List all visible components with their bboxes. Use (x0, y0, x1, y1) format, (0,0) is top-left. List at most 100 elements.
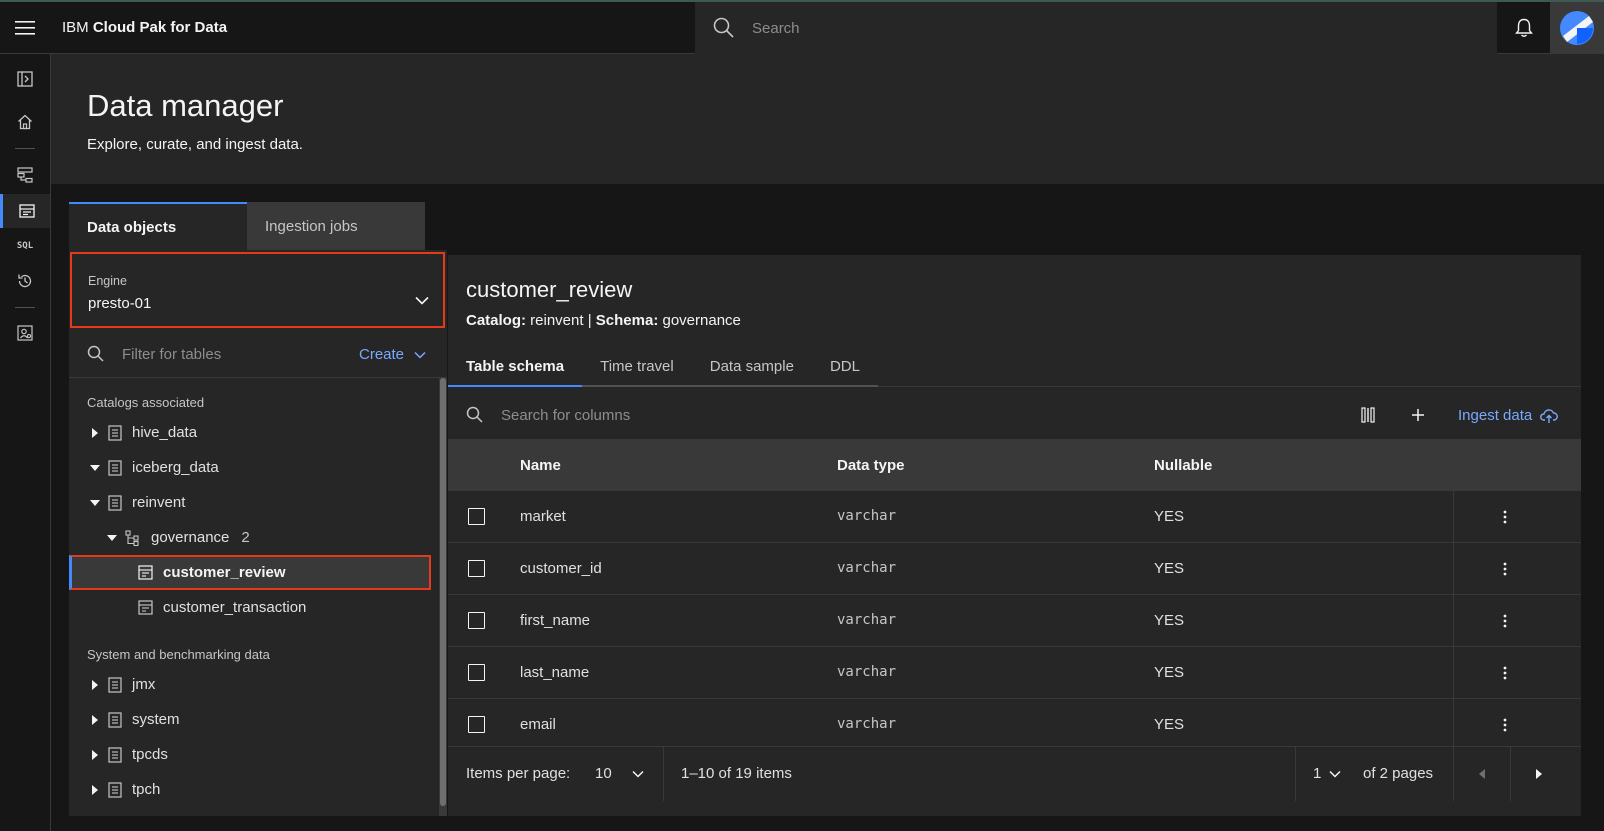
tab-ddl[interactable]: DDL (811, 347, 878, 387)
page-title: Data manager (87, 88, 284, 123)
cell-name: market (520, 508, 566, 525)
engine-dropdown[interactable]: Engine presto-01 (70, 252, 445, 328)
tree-item-label: tpcds (132, 746, 168, 763)
engine-value[interactable]: presto-01 (88, 295, 151, 312)
global-search-placeholder[interactable]: Search (752, 20, 800, 37)
column-header-data-type[interactable]: Data type (837, 457, 905, 474)
tree-item-tpch[interactable]: tpch (69, 772, 433, 807)
catalog-icon (108, 676, 122, 693)
page-header: Data manager Explore, curate, and ingest… (51, 54, 1604, 184)
collapse-nav-icon[interactable] (0, 62, 50, 96)
tree-section-system: System and benchmarking data (87, 647, 270, 662)
tree-item-iceberg-data[interactable]: iceberg_data (69, 450, 433, 485)
row-divider (1453, 699, 1454, 746)
caret-right-icon[interactable] (90, 784, 100, 795)
tree-item-tpcds[interactable]: tpcds (69, 737, 433, 772)
access-control-icon[interactable] (0, 316, 50, 350)
tree-item-reinvent[interactable]: reinvent (69, 485, 433, 520)
catalog-icon (108, 459, 122, 476)
cell-nullable: YES (1154, 612, 1185, 629)
sql-icon[interactable]: SQL (0, 229, 50, 263)
pagination: Items per page: 10 1–10 of 19 items 1 of… (448, 746, 1581, 801)
caret-down-icon[interactable] (90, 499, 100, 506)
column-header-name[interactable]: Name (520, 457, 561, 474)
overflow-menu-icon[interactable] (1493, 711, 1517, 739)
catalog-icon (108, 711, 122, 728)
table-detail-panel: customer_review Catalog: reinvent | Sche… (448, 255, 1581, 816)
tab-time-travel[interactable]: Time travel (582, 347, 692, 387)
items-per-page-select[interactable]: 10 (595, 765, 644, 782)
page-select[interactable]: 1 (1313, 765, 1341, 782)
product-name[interactable]: IBM Cloud Pak for Data (62, 19, 227, 36)
row-checkbox[interactable] (468, 716, 485, 733)
caret-left-icon (1479, 769, 1485, 779)
previous-page-button[interactable] (1454, 747, 1510, 801)
sql-icon-label: SQL (16, 241, 34, 251)
tree-scrollbar[interactable] (439, 378, 447, 816)
tree-item-label: system (132, 711, 180, 728)
add-column-icon[interactable] (1398, 391, 1438, 439)
tree-item-governance[interactable]: governance 2 (69, 520, 433, 555)
global-search[interactable]: Search (695, 2, 1497, 54)
ingest-data-label: Ingest data (1458, 407, 1533, 424)
catalog-icon (108, 746, 122, 763)
overflow-menu-icon[interactable] (1493, 555, 1517, 583)
tree-item-hive-data[interactable]: hive_data (69, 415, 433, 450)
tree-item-label: tpch (132, 781, 161, 798)
tab-table-schema[interactable]: Table schema (448, 347, 583, 387)
catalog-tree: Catalogs associated hive_data iceberg_da… (69, 378, 439, 816)
tree-item-jmx[interactable]: jmx (69, 667, 433, 702)
search-icon (713, 17, 734, 43)
chevron-down-icon[interactable] (415, 292, 429, 310)
tree-item-label: jmx (132, 676, 156, 693)
tree-item-label: customer_transaction (163, 599, 307, 616)
cell-nullable: YES (1154, 560, 1185, 577)
caret-right-icon[interactable] (90, 714, 100, 725)
caret-down-icon[interactable] (107, 534, 117, 541)
row-checkbox[interactable] (468, 560, 485, 577)
notification-bell-icon[interactable] (1497, 2, 1550, 54)
home-icon[interactable] (0, 105, 50, 139)
caret-right-icon[interactable] (90, 679, 100, 690)
schema-icon (125, 529, 141, 546)
caret-right-icon[interactable] (90, 427, 100, 438)
row-checkbox[interactable] (468, 508, 485, 525)
row-checkbox[interactable] (468, 664, 485, 681)
cell-data-type: varchar (837, 664, 897, 680)
infrastructure-icon[interactable] (0, 158, 50, 192)
cell-data-type: varchar (837, 612, 897, 628)
table-toolbar: Search for columns Ingest data (448, 391, 1581, 439)
catalog-icon (108, 494, 122, 511)
detail-tabs: Table schema Time travel Data sample DDL (448, 347, 1581, 387)
scrollbar-thumb[interactable] (440, 378, 446, 806)
column-header-nullable[interactable]: Nullable (1154, 457, 1212, 474)
hamburger-menu-icon[interactable] (0, 2, 50, 54)
overflow-menu-icon[interactable] (1493, 503, 1517, 531)
table-title: customer_review (466, 277, 633, 302)
caret-right-icon[interactable] (90, 749, 100, 760)
caret-down-icon[interactable] (90, 464, 100, 471)
next-page-button[interactable] (1511, 747, 1567, 801)
tree-item-customer-transaction[interactable]: customer_transaction (69, 590, 433, 625)
table-breadcrumb: Catalog: reinvent | Schema: governance (466, 312, 741, 329)
page-subtitle: Explore, curate, and ingest data. (87, 136, 303, 153)
filter-tables-input[interactable]: Filter for tables (122, 346, 221, 363)
catalog-value: reinvent (530, 312, 584, 329)
row-checkbox[interactable] (468, 612, 485, 629)
data-manager-icon[interactable] (0, 194, 50, 228)
tab-ingestion-jobs[interactable]: Ingestion jobs (247, 202, 425, 250)
ingest-data-button[interactable]: Ingest data (1458, 407, 1559, 424)
overflow-menu-icon[interactable] (1493, 607, 1517, 635)
user-avatar[interactable] (1550, 2, 1604, 54)
tab-data-objects[interactable]: Data objects (69, 202, 247, 250)
column-search-input[interactable]: Search for columns (501, 407, 630, 424)
create-button[interactable]: Create (359, 346, 426, 363)
query-history-icon[interactable] (0, 264, 50, 298)
tab-data-sample[interactable]: Data sample (691, 347, 812, 387)
tree-item-customer-review[interactable]: customer_review (69, 555, 431, 590)
cell-nullable: YES (1154, 716, 1185, 733)
cell-data-type: varchar (837, 508, 897, 524)
tree-item-system[interactable]: system (69, 702, 433, 737)
overflow-menu-icon[interactable] (1493, 659, 1517, 687)
column-settings-icon[interactable] (1348, 391, 1388, 439)
